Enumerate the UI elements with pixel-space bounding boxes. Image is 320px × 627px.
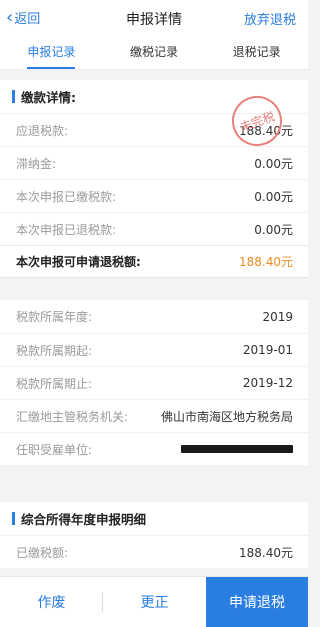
row-label: 税款所属期起: (16, 343, 93, 358)
correct-button[interactable]: 更正 (103, 577, 206, 627)
tab-payment-records[interactable]: 缴税记录 (103, 34, 206, 69)
paid-tax-row: 本次申报已缴税款: 0.00元 (0, 179, 308, 212)
redacted-employer-name (181, 445, 293, 453)
bottom-action-bar: 作废 更正 申请退税 (0, 576, 308, 627)
row-value: 0.00元 (254, 189, 293, 204)
row-value: 0.00元 (254, 222, 293, 237)
paid-amount-row: 已缴税额: 188.40元 (0, 535, 308, 568)
apply-refund-button[interactable]: 申请退税 (206, 577, 308, 627)
payment-details-title: 缴款详情: (21, 90, 76, 105)
annual-income-card: 综合所得年度申报明细 已缴税额: 188.40元 (0, 502, 308, 568)
void-button[interactable]: 作废 (0, 577, 103, 627)
tax-authority-row: 汇缴地主管税务机关: 佛山市南海区地方税务局 (0, 399, 308, 432)
section-accent-bar (12, 90, 15, 103)
row-value: 188.40元 (239, 255, 293, 269)
refunded-tax-row: 本次申报已退税款: 0.00元 (0, 212, 308, 245)
stamp-text: 未完税 (237, 108, 277, 135)
tax-info-card: 税款所属年度: 2019 税款所属期起: 2019-01 税款所属期止: 201… (0, 300, 308, 465)
abandon-refund-button[interactable]: 放弃退税 (244, 9, 296, 28)
row-value: 2019 (262, 309, 293, 324)
row-label: 本次申报已缴税款: (16, 189, 117, 204)
annual-income-title: 综合所得年度申报明细 (21, 512, 147, 527)
row-value: 188.40元 (239, 545, 293, 560)
row-label: 任职受雇单位: (16, 442, 93, 457)
annual-income-header: 综合所得年度申报明细 (0, 502, 308, 535)
section-accent-bar (12, 512, 15, 525)
row-value: 2019-01 (242, 343, 293, 357)
tab-bar: 申报记录 缴税记录 退税记录 (0, 34, 308, 70)
row-label: 已缴税额: (16, 545, 69, 560)
row-label: 税款所属期止: (16, 376, 93, 391)
tab-refund-records[interactable]: 退税记录 (205, 34, 308, 69)
row-label: 应退税款: (16, 123, 69, 138)
period-start-row: 税款所属期起: 2019-01 (0, 333, 308, 366)
row-label: 滞纳金: (16, 156, 57, 171)
row-value: 2019-12 (242, 376, 293, 390)
row-label: 本次申报可申请退税额: (16, 255, 141, 269)
period-end-row: 税款所属期止: 2019-12 (0, 366, 308, 399)
tab-declaration-records[interactable]: 申报记录 (0, 34, 103, 69)
employer-row: 任职受雇单位: (0, 432, 308, 465)
late-fee-row: 滞纳金: 0.00元 (0, 146, 308, 179)
row-label: 本次申报已退税款: (16, 222, 117, 237)
row-label: 税款所属年度: (16, 310, 93, 324)
row-value: 佛山市南海区地方税务局 (160, 409, 293, 424)
claimable-refund-row: 本次申报可申请退税额: 188.40元 (0, 245, 308, 278)
row-label: 汇缴地主管税务机关: (16, 409, 129, 424)
row-value: 0.00元 (254, 156, 293, 171)
top-bar: ‹ 返回 申报详情 放弃退税 (0, 0, 308, 34)
tax-year-row: 税款所属年度: 2019 (0, 300, 308, 333)
